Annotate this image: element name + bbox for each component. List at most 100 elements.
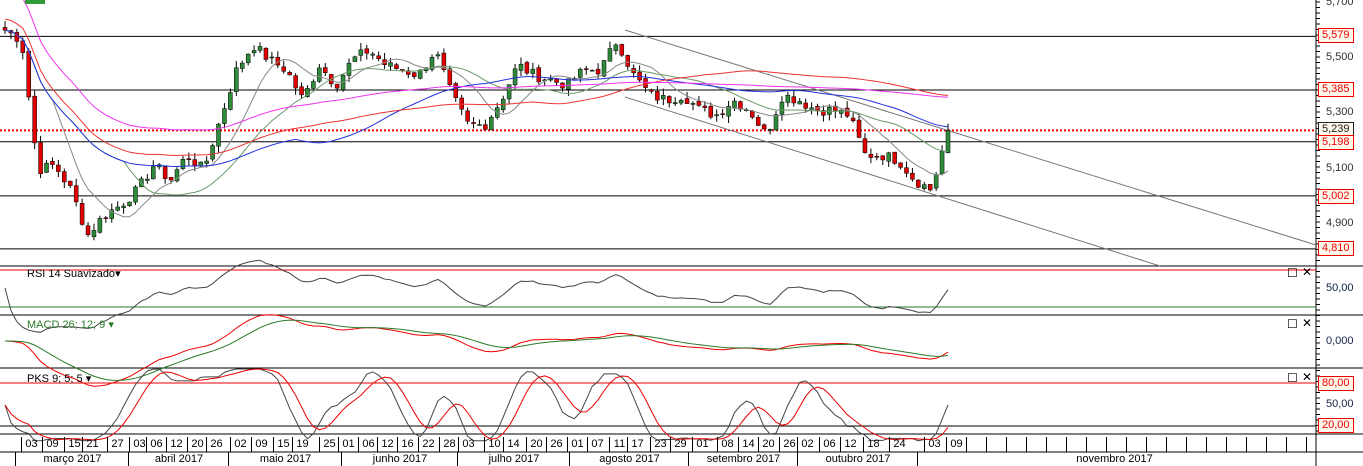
candle-body bbox=[269, 56, 275, 59]
candle-body bbox=[62, 171, 67, 183]
candle-body bbox=[311, 81, 316, 89]
level-tag: 5,198 bbox=[1318, 135, 1354, 150]
date-tick-empty bbox=[966, 437, 986, 452]
pks-k-line bbox=[4, 368, 949, 442]
candle-body bbox=[459, 97, 464, 110]
candle-body bbox=[317, 67, 322, 82]
date-tick: 07 bbox=[587, 437, 607, 452]
date-tick-empty bbox=[1126, 437, 1146, 452]
level-tag: 5,002 bbox=[1318, 189, 1354, 204]
date-tick: 15 bbox=[273, 437, 293, 452]
candle-body bbox=[892, 151, 897, 164]
candle-body bbox=[732, 100, 737, 109]
date-tick: 02 bbox=[230, 437, 250, 452]
date-tick: 15 bbox=[64, 437, 84, 452]
date-tick: 06 bbox=[146, 437, 166, 452]
candle-body bbox=[856, 119, 862, 138]
maximize-macd-button[interactable]: ☐ bbox=[1287, 317, 1298, 331]
candle-body bbox=[678, 100, 684, 104]
candle-body bbox=[904, 167, 909, 174]
date-tick: 08 bbox=[717, 437, 737, 452]
close-pks-button[interactable]: ✕ bbox=[1302, 370, 1312, 384]
candle-body bbox=[346, 62, 352, 76]
date-tick-empty bbox=[1006, 437, 1026, 452]
date-tick: 01 bbox=[338, 437, 358, 452]
date-tick: 09 bbox=[251, 437, 271, 452]
close-macd-button[interactable]: ✕ bbox=[1302, 316, 1312, 330]
candle-body bbox=[73, 185, 79, 203]
candle-body bbox=[738, 101, 743, 110]
candle-body bbox=[661, 95, 666, 100]
date-tick-empty bbox=[1306, 437, 1326, 452]
date-tick: 06 bbox=[358, 437, 378, 452]
candle-body bbox=[97, 218, 103, 233]
candle-body bbox=[210, 145, 215, 160]
pks-title[interactable]: PKS 9; 5; 5 ▾ bbox=[27, 372, 91, 385]
candle-body bbox=[323, 67, 328, 73]
close-rsi-button[interactable]: ✕ bbox=[1302, 265, 1312, 279]
candle-body bbox=[293, 75, 298, 89]
date-tick: 12 bbox=[377, 437, 397, 452]
candle-body bbox=[334, 83, 340, 89]
maximize-pks-button[interactable]: ☐ bbox=[1287, 371, 1298, 385]
date-tick: 03 bbox=[21, 437, 41, 452]
candle-body bbox=[530, 68, 536, 74]
date-tick-empty bbox=[1166, 437, 1186, 452]
date-tick-empty bbox=[1046, 437, 1066, 452]
date-tick: 29 bbox=[670, 437, 690, 452]
candle-body bbox=[245, 53, 251, 64]
candle-body bbox=[465, 110, 470, 122]
month-label: novembro 2017 bbox=[917, 452, 1311, 466]
date-tick: 01 bbox=[567, 437, 587, 452]
candle-body bbox=[483, 124, 488, 130]
candle-body bbox=[702, 105, 708, 108]
candle-body bbox=[625, 55, 630, 67]
chart-canvas[interactable] bbox=[0, 0, 1363, 466]
candle-body bbox=[910, 172, 915, 180]
candle-body bbox=[927, 184, 933, 191]
date-tick-empty bbox=[1066, 437, 1086, 452]
candle-body bbox=[868, 153, 874, 158]
date-tick: 12 bbox=[166, 437, 186, 452]
date-tick-empty bbox=[1106, 437, 1126, 452]
macd-tick: 0,000 bbox=[1326, 335, 1354, 347]
candle-body bbox=[151, 166, 156, 180]
macd-title[interactable]: MACD 26; 12; 9 ▾ bbox=[27, 318, 114, 331]
date-tick: 01 bbox=[692, 437, 712, 452]
candle-body bbox=[67, 180, 73, 186]
month-label: julho 2017 bbox=[457, 452, 570, 466]
candle-body bbox=[524, 62, 530, 74]
month-label: maio 2017 bbox=[228, 452, 342, 466]
date-tick: 10 bbox=[484, 437, 504, 452]
rsi-title-text: RSI 14 Suavizado bbox=[27, 268, 116, 280]
candle-body bbox=[779, 101, 785, 115]
candle-body bbox=[417, 69, 423, 79]
date-tick: 06 bbox=[819, 437, 839, 452]
candle-body bbox=[720, 113, 725, 115]
candle-body bbox=[121, 205, 126, 208]
date-tick: 22 bbox=[418, 437, 438, 452]
pks-level-tag: 20,00 bbox=[1318, 418, 1354, 433]
candle-body bbox=[684, 98, 690, 104]
date-tick: 12 bbox=[840, 437, 860, 452]
candle-body bbox=[536, 67, 542, 83]
candle-body bbox=[767, 129, 773, 131]
candle-body bbox=[44, 162, 49, 173]
date-tick: 28 bbox=[439, 437, 459, 452]
chart-window: 5,700 5,500 5,300 5,100 4,900 5,579 5,38… bbox=[0, 0, 1363, 466]
candle-body bbox=[85, 225, 91, 235]
candle-body bbox=[168, 176, 174, 181]
candle-body bbox=[512, 68, 518, 86]
macd-line bbox=[4, 314, 949, 387]
candle-body bbox=[696, 101, 702, 106]
date-tick: 24 bbox=[889, 437, 909, 452]
pks-level-tag: 80,00 bbox=[1318, 376, 1354, 391]
candle-body bbox=[411, 72, 417, 77]
candle-body bbox=[376, 55, 381, 59]
candle-body bbox=[471, 122, 476, 124]
rsi-title[interactable]: RSI 14 Suavizado▾ bbox=[27, 267, 121, 280]
maximize-rsi-button[interactable]: ☐ bbox=[1287, 266, 1298, 280]
candle-body bbox=[222, 108, 227, 124]
date-tick: 03 bbox=[458, 437, 478, 452]
candle-body bbox=[578, 68, 583, 78]
